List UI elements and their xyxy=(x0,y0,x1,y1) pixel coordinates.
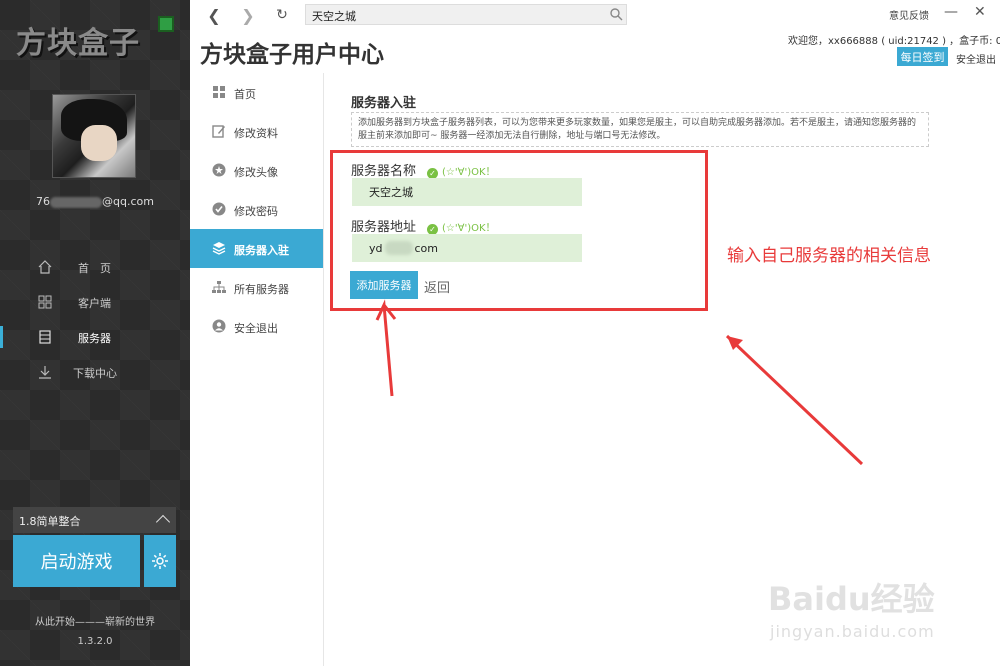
app-version: 1.3.2.0 xyxy=(77,636,113,647)
menu-home[interactable]: 首页 xyxy=(190,73,323,112)
creeper-logo-icon xyxy=(158,16,174,32)
edit-icon xyxy=(212,125,225,138)
star-icon xyxy=(212,163,226,177)
launch-game-button[interactable]: 启动游戏 xyxy=(13,535,140,587)
page-title: 方块盒子用户中心 xyxy=(200,42,384,68)
annotation-text: 输入自己服务器的相关信息 xyxy=(727,246,931,266)
baidu-watermark: Baidu经验 xyxy=(768,580,935,618)
search-icon[interactable] xyxy=(609,7,623,21)
side-nav-download[interactable]: 下载中心 xyxy=(0,355,190,390)
home-icon xyxy=(38,260,52,274)
refresh-icon[interactable]: ↻ xyxy=(273,6,291,24)
layers-icon xyxy=(212,242,226,255)
side-nav: 首 页 客户端 服务器 下载中心 xyxy=(0,250,190,390)
section-title: 服务器入驻 xyxy=(351,96,417,111)
forward-icon[interactable]: ❯ xyxy=(239,6,257,25)
welcome-text: 欢迎您，xx666888 ( uid:21742 ) ，盒子币: 0 xyxy=(788,36,1000,47)
grid-icon xyxy=(38,295,52,309)
app-sidebar: 方块盒子 76 @qq.com 首 页 客户端 服务器 下载中心 1.8简单整合 … xyxy=(0,0,190,666)
menu-server-join[interactable]: 服务器入驻 xyxy=(190,229,323,268)
menu-logout[interactable]: 安全退出 xyxy=(190,307,323,346)
feedback-link[interactable]: 意见反馈 xyxy=(889,7,929,22)
side-nav-server[interactable]: 服务器 xyxy=(0,320,190,355)
version-select[interactable]: 1.8简单整合 xyxy=(13,507,176,533)
baidu-watermark-url: jingyan.baidu.com xyxy=(770,622,935,641)
logout-link[interactable]: 安全退出 xyxy=(956,51,996,66)
user-email: 76 @qq.com xyxy=(36,195,154,208)
side-nav-client[interactable]: 客户端 xyxy=(0,285,190,320)
server-icon xyxy=(39,330,51,344)
settings-button[interactable] xyxy=(144,535,176,587)
menu-edit-avatar[interactable]: 修改头像 xyxy=(190,151,323,190)
chevron-up-icon xyxy=(155,514,171,530)
user-icon xyxy=(212,319,226,333)
menu-edit-profile[interactable]: 修改资料 xyxy=(190,112,323,151)
tagline: 从此开始———崭新的世界 xyxy=(35,617,155,628)
menu-change-password[interactable]: 修改密码 xyxy=(190,190,323,229)
annotation-highlight-box xyxy=(330,150,708,311)
minimize-button[interactable]: — xyxy=(944,4,958,20)
description-box: 添加服务器到方块盒子服务器列表，可以为您带来更多玩家数量，如果您是服主，可以自助… xyxy=(351,112,929,147)
app-logo: 方块盒子 xyxy=(16,26,140,61)
address-bar[interactable]: 天空之城 xyxy=(305,4,627,25)
home-grid-icon xyxy=(213,86,225,98)
user-center-menu: 首页 修改资料 修改头像 修改密码 服务器入驻 所有服务器 安全退出 xyxy=(190,73,324,666)
gear-icon xyxy=(152,553,168,569)
back-icon[interactable]: ❮ xyxy=(205,6,223,25)
sitemap-icon xyxy=(212,281,226,293)
check-icon xyxy=(212,202,226,216)
side-nav-home[interactable]: 首 页 xyxy=(0,250,190,285)
daily-signin-button[interactable]: 每日签到 xyxy=(897,47,948,66)
download-icon xyxy=(39,366,51,379)
avatar[interactable] xyxy=(52,94,136,178)
close-button[interactable]: ✕ xyxy=(974,4,986,20)
menu-all-servers[interactable]: 所有服务器 xyxy=(190,268,323,307)
blurred-email-part xyxy=(50,196,103,208)
